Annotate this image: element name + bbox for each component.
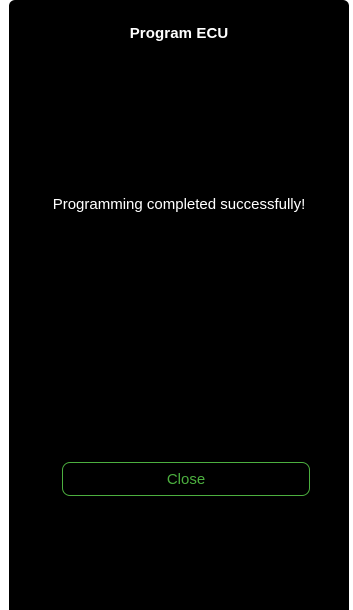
status-message: Programming completed successfully!: [52, 196, 306, 213]
app-screen: Program ECU Programming completed succes…: [9, 0, 349, 610]
page-title: Program ECU: [129, 25, 229, 42]
close-button[interactable]: Close: [62, 462, 310, 496]
